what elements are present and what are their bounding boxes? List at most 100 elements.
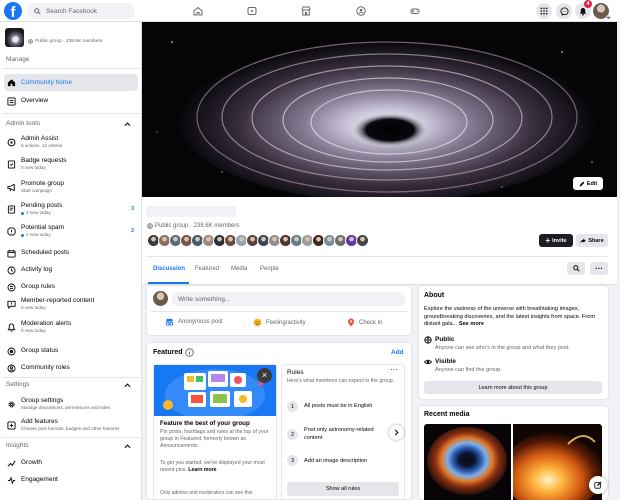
more-dots-icon: ··· — [595, 263, 603, 273]
sidebar-item-member-reported[interactable]: Member-reported content 0 new today — [4, 297, 138, 311]
composer-input[interactable]: Write something... — [172, 292, 406, 306]
chevron-up-icon[interactable] — [124, 121, 131, 127]
sidebar-item-potential-spam[interactable]: Potential spam 2 new today 2 — [4, 224, 138, 238]
megaphone-icon — [6, 182, 16, 192]
close-icon[interactable]: × — [257, 368, 272, 383]
member-avatars[interactable] — [147, 234, 369, 247]
sidebar-item-group-settings[interactable]: Group settings Manage discussions, permis… — [4, 397, 138, 411]
spam-icon — [6, 226, 16, 236]
groups-icon[interactable] — [353, 3, 369, 19]
rule-item: 1 All posts must be in English — [287, 401, 394, 412]
check-in-button[interactable]: Check in — [347, 318, 382, 327]
tab-media[interactable]: Media — [231, 266, 247, 272]
sidebar-item-sub: 0 new today — [21, 328, 46, 333]
clock-icon — [6, 265, 16, 275]
learn-more-link[interactable]: Learn more — [188, 467, 216, 473]
new-message-button[interactable] — [589, 476, 607, 494]
show-all-rules-label: Show all rules — [325, 486, 361, 492]
sidebar-item-admin-assist[interactable]: Admin Assist 5 actions, 12 criteria — [4, 135, 138, 149]
growth-icon — [6, 458, 16, 468]
gaming-icon[interactable] — [407, 3, 423, 19]
menu-grid-icon[interactable] — [536, 3, 552, 19]
active-tab-indicator — [148, 282, 189, 284]
search-input[interactable]: Search Facebook — [27, 3, 135, 19]
sidebar-item-overview[interactable]: Overview — [4, 95, 138, 107]
share-button[interactable]: Share — [576, 234, 608, 247]
sidebar-item-moderation-alerts[interactable]: Moderation alerts 0 new today — [4, 320, 138, 334]
featured-title: Featured — [153, 349, 183, 356]
sidebar-item-badge-requests[interactable]: Badge requests 0 new today — [4, 157, 138, 171]
facebook-logo[interactable]: f — [4, 2, 22, 20]
smiley-icon — [253, 318, 262, 327]
globe-icon — [147, 223, 153, 229]
feeling-activity-label: Feeling/activity — [266, 319, 306, 326]
group-search-button[interactable] — [567, 262, 585, 275]
gear-icon — [6, 399, 16, 409]
sidebar-item-label: Promote group — [21, 180, 64, 187]
anonymous-post-button[interactable]: Anonymous post — [165, 318, 223, 326]
home-icon[interactable] — [190, 3, 206, 19]
rules-title: Rules — [287, 369, 304, 376]
insights-heading: Insights — [6, 442, 29, 449]
sidebar-item-scheduled-posts[interactable]: Scheduled posts — [4, 248, 138, 258]
group-meta: Public group · 238.6K members — [155, 223, 240, 229]
media-thumbnail[interactable] — [513, 424, 602, 500]
sidebar-item-label: Engagement — [21, 476, 58, 483]
learn-more-about-group-button[interactable]: Learn more about this group — [424, 381, 602, 394]
show-all-rules-button[interactable]: Show all rules — [287, 482, 399, 496]
badge-icon — [6, 159, 16, 169]
sidebar-item-activity-log[interactable]: Activity log — [4, 265, 138, 275]
group-thumbnail[interactable] — [5, 28, 24, 47]
invite-button[interactable]: + Invite — [539, 234, 573, 247]
anonymous-icon — [165, 318, 174, 326]
see-more-link[interactable]: See more — [459, 321, 484, 327]
media-thumbnail[interactable] — [424, 424, 511, 500]
about-title: About — [424, 292, 445, 299]
sidebar-divider — [2, 68, 140, 69]
promo-body: Pin posts, hashtags and rules at the top… — [160, 429, 269, 450]
account-chevron-icon[interactable] — [606, 15, 611, 20]
features-icon — [6, 420, 16, 430]
rule-number: 3 — [287, 455, 298, 466]
tab-people[interactable]: People — [260, 266, 279, 272]
chevron-up-icon[interactable] — [124, 443, 131, 449]
share-label: Share — [588, 237, 604, 244]
chevron-up-icon[interactable] — [124, 382, 131, 388]
sidebar-item-community-roles[interactable]: Community roles — [4, 363, 138, 373]
info-icon[interactable] — [185, 348, 194, 357]
tab-discussion[interactable]: Discussion — [153, 266, 185, 272]
sidebar-item-sub-text: 2 new today — [26, 232, 51, 237]
sidebar-item-label: Member-reported content — [21, 297, 95, 304]
sidebar-item-sub: 3 new today — [21, 210, 62, 216]
public-title: Public — [435, 336, 455, 343]
sidebar-item-add-features[interactable]: Add features Choose post formats, badges … — [4, 418, 138, 432]
engagement-icon — [6, 475, 16, 485]
sidebar-item-sub: 2 new today — [21, 232, 64, 238]
sidebar-item-group-rules[interactable]: Group rules — [4, 282, 138, 292]
sidebar-item-growth[interactable]: Growth — [4, 458, 138, 468]
sidebar-item-engagement[interactable]: Engagement — [4, 475, 138, 485]
globe-icon — [28, 39, 33, 44]
marketplace-icon[interactable] — [298, 3, 314, 19]
tab-featured[interactable]: Featured — [195, 266, 219, 272]
more-options-button[interactable]: ··· — [590, 262, 608, 275]
sidebar-item-label: Overview — [21, 97, 49, 104]
sidebar-item-pending-posts[interactable]: Pending posts 3 new today 3 — [4, 202, 138, 216]
messenger-icon[interactable] — [556, 3, 572, 19]
member-avatar[interactable] — [356, 234, 369, 247]
solar-flare-image — [513, 424, 602, 500]
edit-cover-button[interactable]: Edit — [573, 177, 603, 190]
notification-badge: 4 — [584, 0, 592, 8]
add-featured-link[interactable]: Add — [391, 349, 404, 356]
sidebar-item-label: Potential spam — [21, 224, 64, 231]
feeling-activity-button[interactable]: Feeling/activity — [253, 318, 306, 327]
carousel-next-button[interactable] — [389, 425, 404, 440]
sidebar-item-promote-group[interactable]: Promote group Start campaign — [4, 180, 138, 194]
rule-text: Post only astronomy-related content — [304, 427, 374, 441]
sidebar-item-group-status[interactable]: Group status — [4, 346, 138, 356]
rules-more-icon[interactable]: ··· — [390, 366, 398, 374]
video-icon[interactable] — [244, 3, 260, 19]
sidebar-item-label: Scheduled posts — [21, 249, 70, 256]
sidebar-item-community-home[interactable]: Community home — [4, 74, 138, 91]
alert-icon — [6, 322, 16, 332]
